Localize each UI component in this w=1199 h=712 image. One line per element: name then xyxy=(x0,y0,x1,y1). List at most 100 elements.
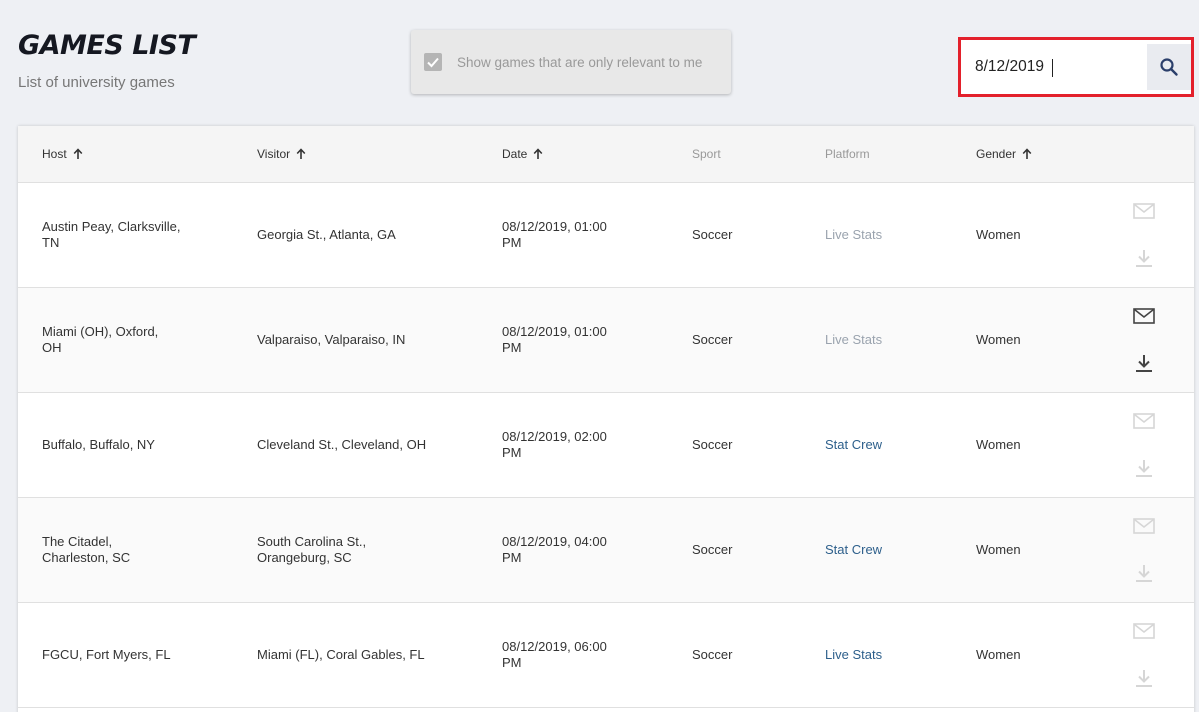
sort-arrow-icon xyxy=(1022,148,1032,159)
column-header-gender[interactable]: Gender xyxy=(976,147,1032,161)
cell-line: 08/12/2019, 01:00 xyxy=(502,219,607,234)
cell-line: Cleveland St., Cleveland, OH xyxy=(257,437,427,452)
table-row: The Citadel, Charleston, SC South Carolina… xyxy=(18,498,1194,603)
column-header-label: Date xyxy=(502,147,528,161)
relevant-games-checkbox[interactable] xyxy=(424,53,442,71)
cell-gender: Women xyxy=(976,647,1021,662)
download-button[interactable] xyxy=(1132,246,1156,270)
sort-arrow-icon xyxy=(73,148,83,159)
column-header-label: Host xyxy=(42,147,67,161)
email-button[interactable] xyxy=(1132,199,1156,223)
text-cursor xyxy=(1052,59,1053,77)
date-search xyxy=(958,37,1194,97)
search-icon xyxy=(1160,58,1178,76)
cell-line: Miami (OH), Oxford, xyxy=(42,324,159,339)
download-icon xyxy=(1136,460,1152,477)
download-button[interactable] xyxy=(1132,351,1156,375)
download-button[interactable] xyxy=(1132,666,1156,690)
column-header-date[interactable]: Date xyxy=(502,147,543,161)
cell-gender: Women xyxy=(976,227,1021,242)
cell-host: The Citadel, Charleston, SC xyxy=(42,534,130,566)
email-button[interactable] xyxy=(1132,304,1156,328)
cell-sport: Soccer xyxy=(692,647,733,662)
cell-line: PM xyxy=(502,655,522,670)
column-header-visitor[interactable]: Visitor xyxy=(257,147,306,161)
column-header-host[interactable]: Host xyxy=(42,147,83,161)
column-header-label: Visitor xyxy=(257,147,291,161)
relevant-games-filter[interactable]: Show games that are only relevant to me xyxy=(411,30,731,94)
cell-gender: Women xyxy=(976,332,1021,347)
table-row: Austin Peay, Clarksville, TN Georgia St., … xyxy=(18,183,1194,288)
cell-line: The Citadel, xyxy=(42,534,113,549)
cell-platform[interactable]: Stat Crew xyxy=(825,542,882,558)
email-button[interactable] xyxy=(1132,619,1156,643)
page-title: GAMES LIST xyxy=(18,30,196,61)
cell-line: OH xyxy=(42,340,62,355)
cell-line: TN xyxy=(42,235,60,250)
cell-gender: Women xyxy=(976,542,1021,557)
cell-sport: Soccer xyxy=(692,437,733,452)
cell-line: FGCU, Fort Myers, FL xyxy=(42,647,171,662)
cell-host: Austin Peay, Clarksville, TN xyxy=(42,219,180,251)
mail-icon xyxy=(1133,413,1155,429)
cell-visitor: Valparaiso, Valparaiso, IN xyxy=(257,332,405,348)
cell-line: 08/12/2019, 06:00 xyxy=(502,639,607,654)
mail-icon xyxy=(1133,308,1155,324)
cell-host: FGCU, Fort Myers, FL xyxy=(42,647,171,663)
cell-visitor: South Carolina St., Orangeburg, SC xyxy=(257,534,366,566)
column-header-platform: Platform xyxy=(825,147,870,161)
relevant-games-label: Show games that are only relevant to me xyxy=(457,54,703,70)
cell-platform[interactable]: Live Stats xyxy=(825,227,882,243)
cell-host: Miami (OH), Oxford, OH xyxy=(42,324,158,356)
cell-gender: Women xyxy=(976,437,1021,452)
cell-platform[interactable]: Live Stats xyxy=(825,332,882,348)
cell-sport: Soccer xyxy=(692,542,733,557)
cell-date: 08/12/2019, 01:00 PM xyxy=(502,324,607,356)
download-button[interactable] xyxy=(1132,456,1156,480)
cell-sport: Soccer xyxy=(692,227,733,242)
cell-visitor: Miami (FL), Coral Gables, FL xyxy=(257,647,425,663)
search-button[interactable] xyxy=(1147,44,1191,90)
cell-platform[interactable]: Stat Crew xyxy=(825,437,882,453)
column-header-label: Sport xyxy=(692,147,721,161)
download-icon xyxy=(1136,355,1152,372)
column-header-sport: Sport xyxy=(692,147,721,161)
table-header: Host Visitor Date Sport Platform Gender xyxy=(18,126,1194,183)
cell-line: Orangeburg, SC xyxy=(257,550,352,565)
download-icon xyxy=(1136,565,1152,582)
cell-line: Valparaiso, Valparaiso, IN xyxy=(257,332,406,347)
cell-line: PM xyxy=(502,340,522,355)
check-icon xyxy=(427,57,439,68)
cell-line: Austin Peay, Clarksville, xyxy=(42,219,181,234)
table-row: Miami (OH), Oxford, OH Valparaiso, Valpara… xyxy=(18,288,1194,393)
sort-arrow-icon xyxy=(296,148,306,159)
download-icon xyxy=(1136,670,1152,687)
cell-line: PM xyxy=(502,445,522,460)
table-row: FGCU, Fort Myers, FL Miami (FL), Coral Ga… xyxy=(18,603,1194,708)
cell-line: Miami (FL), Coral Gables, FL xyxy=(257,647,425,662)
date-search-input[interactable] xyxy=(961,40,1146,94)
download-icon xyxy=(1136,250,1152,267)
column-header-label: Platform xyxy=(825,147,870,161)
email-button[interactable] xyxy=(1132,409,1156,433)
cell-date: 08/12/2019, 01:00 PM xyxy=(502,219,607,251)
cell-host: Buffalo, Buffalo, NY xyxy=(42,437,155,453)
cell-visitor: Cleveland St., Cleveland, OH xyxy=(257,437,426,453)
cell-visitor: Georgia St., Atlanta, GA xyxy=(257,227,396,243)
cell-date: 08/12/2019, 04:00 PM xyxy=(502,534,607,566)
cell-date: 08/12/2019, 06:00 PM xyxy=(502,639,607,671)
cell-line: South Carolina St., xyxy=(257,534,367,549)
table-row: Buffalo, Buffalo, NY Cleveland St., Cleve… xyxy=(18,393,1194,498)
email-button[interactable] xyxy=(1132,514,1156,538)
cell-line: 08/12/2019, 04:00 xyxy=(502,534,607,549)
games-table: Host Visitor Date Sport Platform Gender Austi… xyxy=(18,126,1194,712)
cell-platform[interactable]: Live Stats xyxy=(825,647,882,663)
cell-line: Buffalo, Buffalo, NY xyxy=(42,437,155,452)
cell-line: PM xyxy=(502,550,522,565)
download-button[interactable] xyxy=(1132,561,1156,585)
mail-icon xyxy=(1133,203,1155,219)
cell-date: 08/12/2019, 02:00 PM xyxy=(502,429,607,461)
cell-line: PM xyxy=(502,235,522,250)
mail-icon xyxy=(1133,518,1155,534)
table-body: Austin Peay, Clarksville, TN Georgia St., … xyxy=(18,183,1194,708)
